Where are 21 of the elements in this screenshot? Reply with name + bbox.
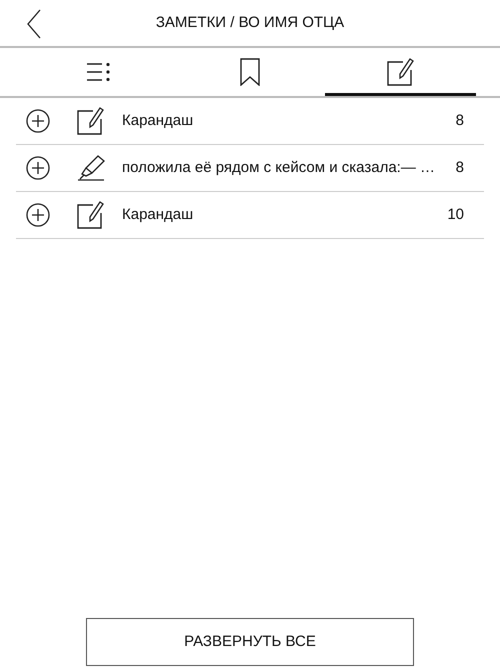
page-number: 8 [456,158,464,178]
page-number: 10 [447,204,464,225]
expand-button[interactable] [26,203,50,227]
list-icon [87,63,112,81]
note-pencil-icon [386,58,415,86]
plus-circle-icon [26,109,50,133]
screen-title: ЗАМЕТКИ / ВО ИМЯ ОТЦА [156,12,344,33]
note-pencil-icon [77,201,105,229]
expand-button[interactable] [26,109,50,133]
note-pencil-icon [77,107,105,135]
page-number: 8 [456,110,464,131]
bookmark-icon [240,58,260,86]
note-text[interactable]: положила её рядом с кейсом и сказала:— … [122,156,456,180]
note-text[interactable]: Карандаш [122,110,456,132]
expand-all-button[interactable]: РАЗВЕРНУТЬ ВСЕ [86,618,414,666]
note-text[interactable]: Карандаш [122,204,448,226]
back-icon [27,9,41,39]
plus-circle-icon [26,156,50,180]
plus-circle-icon [26,203,50,227]
expand-button[interactable] [26,156,50,180]
marker-icon [76,155,106,181]
